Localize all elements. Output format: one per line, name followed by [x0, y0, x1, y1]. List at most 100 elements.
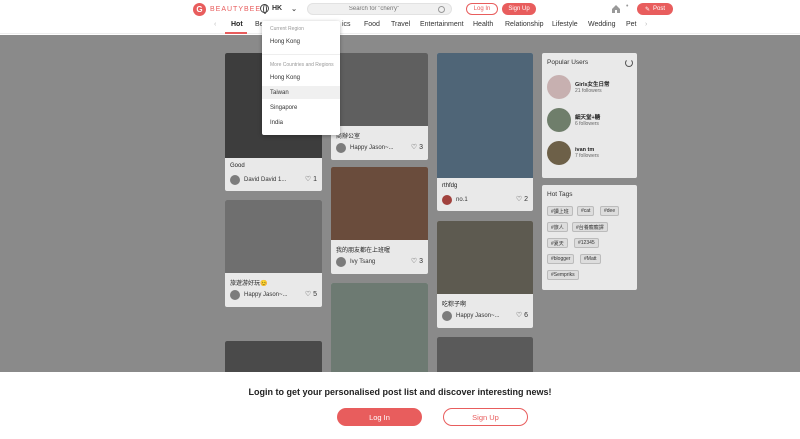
tag-chip[interactable]: #Matt	[580, 254, 601, 264]
active-tab-indicator	[225, 32, 247, 34]
brand-logo[interactable]: G BEAUTYBEE	[193, 3, 261, 16]
tab-travel[interactable]: Travel	[391, 21, 410, 28]
top-bar: G BEAUTYBEE HK ⌄ Log In Sign Up • ✎ Post	[0, 0, 800, 18]
post-button-label: Post	[653, 6, 666, 12]
post-card[interactable]	[331, 283, 428, 372]
post-author[interactable]: David David 1...	[230, 175, 286, 185]
post-image	[437, 221, 533, 294]
author-name: Happy Jason~...	[456, 313, 500, 319]
like-button[interactable]: ♡ 1	[305, 175, 317, 183]
login-button[interactable]: Log In	[466, 3, 498, 15]
post-title: rthfdg	[442, 183, 458, 189]
chevron-down-icon: ⌄	[291, 5, 297, 13]
post-button[interactable]: ✎ Post	[637, 3, 673, 15]
tab-relationship[interactable]: Relationship	[505, 21, 544, 28]
post-image	[225, 341, 322, 372]
current-region-option[interactable]: Hong Kong	[262, 35, 340, 48]
region-option-india[interactable]: India	[262, 116, 340, 129]
signup-button[interactable]: Sign Up	[502, 3, 536, 15]
post-image	[437, 53, 533, 178]
like-count: 3	[419, 144, 423, 151]
post-card[interactable]: rthfdg no.1 ♡ 2	[437, 53, 533, 211]
like-button[interactable]: ♡ 3	[411, 257, 423, 265]
globe-icon	[260, 4, 269, 14]
login-prompt-signup-button[interactable]: Sign Up	[443, 408, 528, 426]
region-option-singapore[interactable]: Singapore	[262, 101, 340, 114]
nav-left-arrow-icon[interactable]: ‹	[214, 21, 216, 28]
login-prompt-login-button[interactable]: Log In	[337, 408, 422, 426]
category-nav: ‹ Hot Be ics Food Travel Entertainment H…	[0, 18, 800, 34]
like-button[interactable]: ♡ 6	[516, 311, 528, 319]
hot-tags-panel: Hot Tags #讀上班 #cat #dee #旅人 #台養寵寵譯 #夏天 #…	[542, 185, 637, 290]
refresh-icon[interactable]	[625, 59, 633, 67]
popular-user[interactable]: 細天堂+糖 6 followers	[547, 108, 600, 132]
tag-chip[interactable]: #cat	[577, 206, 595, 216]
login-prompt-message: Login to get your personalised post list…	[248, 387, 552, 397]
home-icon[interactable]	[611, 4, 621, 14]
post-card[interactable]: 吃粽子啊 Happy Jason~... ♡ 6	[437, 221, 533, 328]
tag-chip[interactable]: #blogger	[547, 254, 575, 264]
author-name: no.1	[456, 197, 468, 203]
logo-icon: G	[193, 3, 206, 16]
popular-user[interactable]: ivan tm 7 followers	[547, 141, 599, 165]
more-icon[interactable]: •	[626, 3, 628, 10]
post-card[interactable]	[437, 337, 533, 372]
search-input[interactable]	[314, 6, 434, 12]
post-card[interactable]: 旅遊游好玩😊 Happy Jason~... ♡ 5	[225, 200, 322, 307]
avatar	[230, 290, 240, 300]
more-regions-heading: More Countries and Regions	[270, 62, 334, 68]
nav-right-arrow-icon[interactable]: ›	[645, 21, 647, 28]
heart-icon: ♡	[515, 312, 523, 319]
post-author[interactable]: Ivy Tsang	[336, 257, 375, 267]
heart-icon: ♡	[410, 144, 418, 151]
tab-hot[interactable]: Hot	[231, 21, 243, 28]
tag-chip[interactable]: #讀上班	[547, 206, 573, 216]
login-prompt-bar: Login to get your personalised post list…	[0, 372, 800, 439]
tab-wedding[interactable]: Wedding	[588, 21, 616, 28]
post-card[interactable]: 商辦公室 Happy Jason~... ♡ 3	[331, 53, 428, 160]
tag-chip[interactable]: #夏天	[547, 238, 568, 248]
popular-user[interactable]: Girls女生日常 21 followers	[547, 75, 610, 99]
tab-health[interactable]: Health	[473, 21, 493, 28]
like-count: 3	[419, 258, 423, 265]
author-name: Ivy Tsang	[350, 259, 376, 265]
tag-chip[interactable]: #dee	[600, 206, 620, 216]
search-bar[interactable]	[307, 3, 452, 15]
post-card[interactable]: 我的朋友都在上班喔 Ivy Tsang ♡ 3	[331, 167, 428, 274]
user-name: Girls女生日常	[575, 82, 610, 88]
post-title: 旅遊游好玩😊	[230, 281, 268, 287]
region-dropdown: Current Region Hong Kong More Countries …	[262, 21, 340, 135]
tab-lifestyle[interactable]: Lifestyle	[552, 21, 578, 28]
author-name: David David 1...	[244, 177, 287, 183]
heart-icon: ♡	[410, 258, 418, 265]
tag-chip[interactable]: #12345	[574, 238, 599, 248]
tag-chip[interactable]: #Sempriks	[547, 270, 579, 280]
current-region-heading: Current Region	[270, 26, 304, 32]
region-option-taiwan[interactable]: Taiwan	[262, 86, 340, 99]
divider	[262, 54, 340, 55]
post-author[interactable]: Happy Jason~...	[442, 311, 500, 321]
region-selector[interactable]: HK ⌄	[260, 4, 297, 14]
tag-chip[interactable]: #旅人	[547, 222, 568, 232]
post-card[interactable]	[225, 341, 322, 372]
tab-topics[interactable]: ics	[342, 21, 351, 28]
avatar	[547, 75, 571, 99]
post-image	[437, 337, 533, 372]
avatar	[336, 143, 346, 153]
search-icon[interactable]	[438, 5, 445, 13]
post-author[interactable]: no.1	[442, 195, 468, 205]
like-button[interactable]: ♡ 5	[305, 290, 317, 298]
heart-icon: ♡	[515, 196, 523, 203]
like-button[interactable]: ♡ 3	[411, 143, 423, 151]
tab-pet[interactable]: Pet	[626, 21, 637, 28]
tab-entertainment[interactable]: Entertainment	[420, 21, 464, 28]
like-button[interactable]: ♡ 2	[516, 195, 528, 203]
tag-chip[interactable]: #台養寵寵譯	[572, 222, 608, 232]
post-title: 吃粽子啊	[442, 302, 467, 308]
avatar	[442, 311, 452, 321]
region-option-hong-kong[interactable]: Hong Kong	[262, 71, 340, 84]
post-author[interactable]: Happy Jason~...	[230, 290, 288, 300]
post-author[interactable]: Happy Jason~...	[336, 143, 394, 153]
popular-users-panel: Popular Users Girls女生日常 21 followers 細天堂…	[542, 53, 637, 178]
tab-food[interactable]: Food	[364, 21, 380, 28]
